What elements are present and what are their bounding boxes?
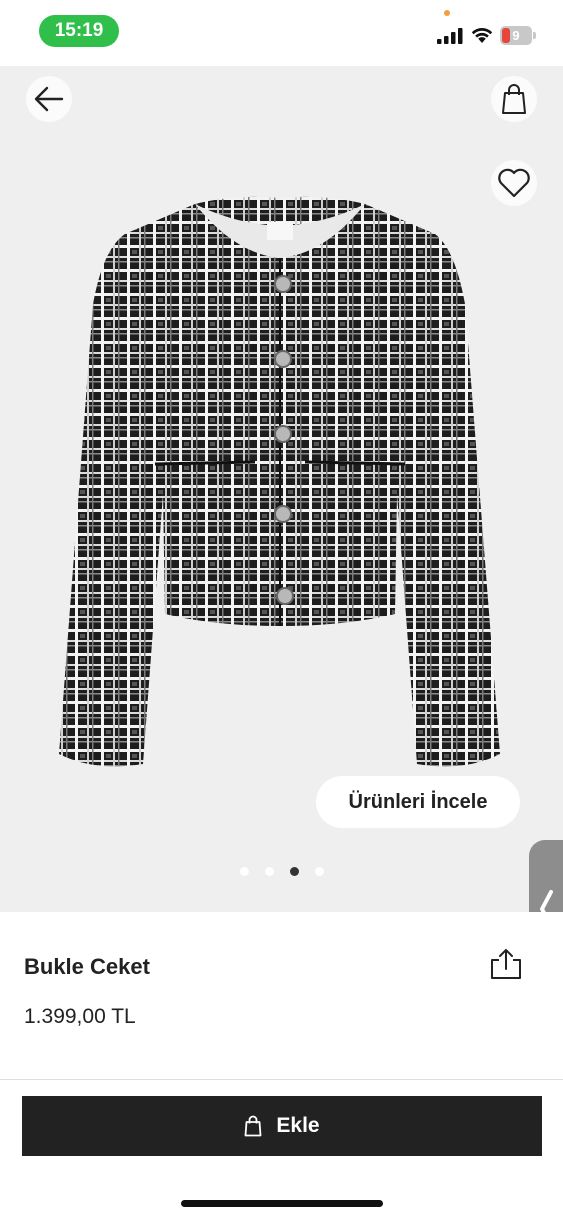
pagination-dot-active[interactable] [290, 867, 299, 876]
status-time: 15:19 [39, 15, 119, 47]
product-image[interactable] [45, 194, 515, 794]
product-name: Bukle Ceket [24, 954, 150, 979]
cellular-signal-icon [437, 28, 463, 44]
wifi-icon [471, 28, 493, 43]
home-indicator[interactable] [181, 1200, 383, 1207]
add-to-bag-button[interactable]: Ekle [22, 1096, 542, 1156]
product-price: 1.399,00 TL [24, 1005, 136, 1028]
status-bar: 15:19 9 [0, 0, 563, 66]
heart-outline-icon [498, 168, 530, 198]
divider [0, 1079, 563, 1080]
share-icon [491, 949, 521, 979]
favorite-button[interactable] [491, 160, 537, 206]
battery-level: 9 [512, 28, 520, 43]
privacy-indicator-dot [444, 10, 450, 16]
add-to-bag-label: Ekle [276, 1114, 320, 1137]
arrow-left-icon [34, 86, 64, 112]
product-info: Bukle Ceket 1.399,00 TL [0, 912, 563, 1080]
pagination-dot[interactable] [315, 867, 324, 876]
share-button[interactable] [487, 946, 525, 982]
gallery-pagination [240, 867, 324, 877]
shopping-bag-button[interactable] [491, 76, 537, 122]
back-button[interactable] [26, 76, 72, 122]
pagination-dot[interactable] [240, 867, 249, 876]
shopping-bag-icon [244, 1115, 262, 1137]
shopping-bag-icon [502, 84, 526, 114]
pagination-dot[interactable] [265, 867, 274, 876]
explore-products-button[interactable]: Ürünleri İncele [316, 776, 520, 828]
product-gallery[interactable]: Ürünleri İncele [0, 66, 563, 912]
battery-icon: 9 [500, 26, 536, 45]
